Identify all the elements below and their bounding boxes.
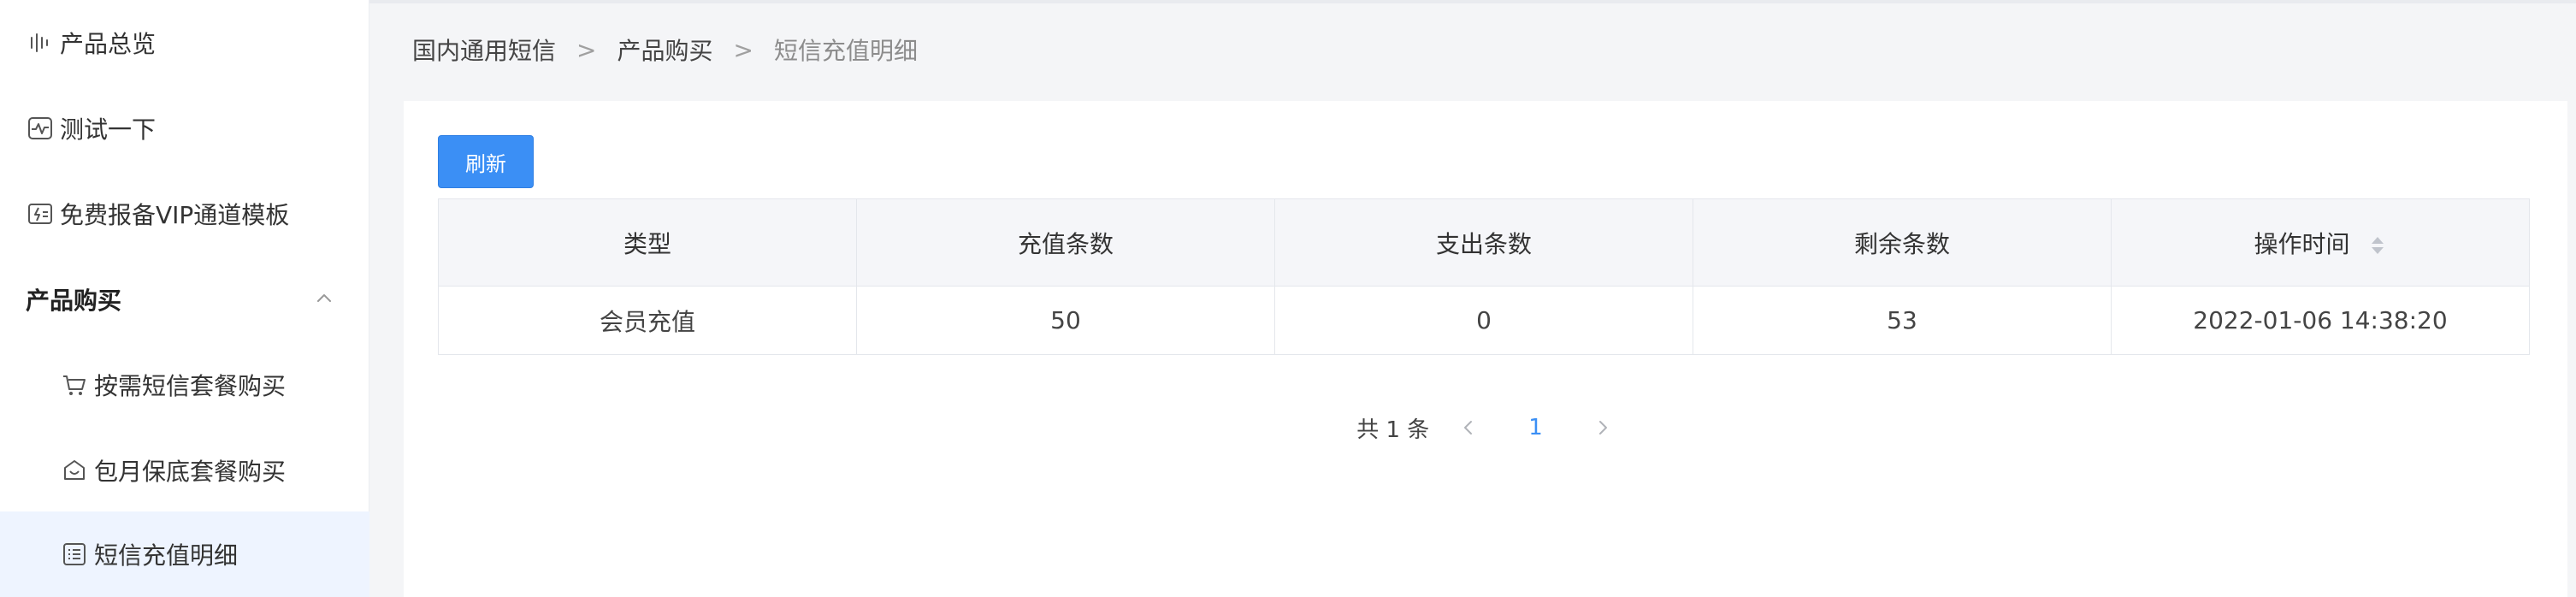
sidebar-item-label: 按需短信套餐购买 (94, 372, 287, 400)
pagination-page-current[interactable]: 1 (1528, 415, 1543, 440)
column-header-label: 操作时间 (2254, 229, 2350, 258)
sidebar-group-label: 产品购买 (26, 287, 122, 315)
cell-recharge-count: 50 (856, 286, 1275, 355)
sidebar: 产品总览 测试一下 免费报备VIP通道模板 产品购买 按需短信套餐购买 包月保底… (0, 0, 369, 597)
cell-expense-count: 0 (1274, 286, 1693, 355)
column-header-type: 类型 (438, 198, 857, 287)
flash-card-icon (26, 199, 55, 228)
breadcrumb-item-domestic-sms[interactable]: 国内通用短信 (412, 33, 556, 67)
sidebar-item-on-demand-package[interactable]: 按需短信套餐购买 (0, 342, 369, 428)
content-card: 刷新 类型 充值条数 支出条数 剩余条数 操作时间 会员充值 50 0 53 2… (404, 101, 2567, 597)
breadcrumb-item-product-purchase[interactable]: 产品购买 (617, 33, 712, 67)
main-content: 国内通用短信 > 产品购买 > 短信充值明细 刷新 类型 充值条数 支出条数 剩… (369, 0, 2576, 597)
sidebar-item-product-overview[interactable]: 产品总览 (0, 0, 369, 86)
bag-icon (60, 456, 89, 485)
sidebar-item-label: 短信充值明细 (94, 541, 239, 570)
table-header-row: 类型 充值条数 支出条数 剩余条数 操作时间 (438, 198, 2530, 287)
column-header-recharge-count: 充值条数 (856, 198, 1275, 287)
sidebar-item-recharge-detail[interactable]: 短信充值明细 (0, 511, 369, 597)
sidebar-item-label: 产品总览 (60, 30, 157, 58)
cell-remaining-count: 53 (1693, 286, 2112, 355)
sidebar-item-vip-template[interactable]: 免费报备VIP通道模板 (0, 171, 369, 257)
column-header-operation-time[interactable]: 操作时间 (2111, 198, 2530, 287)
column-header-remaining-count: 剩余条数 (1693, 198, 2112, 287)
chevron-left-icon[interactable] (1456, 416, 1480, 440)
sort-icon[interactable] (2369, 234, 2386, 257)
breadcrumb: 国内通用短信 > 产品购买 > 短信充值明细 (412, 33, 918, 67)
list-document-icon (60, 540, 89, 569)
refresh-button[interactable]: 刷新 (438, 135, 534, 188)
table-row: 会员充值 50 0 53 2022-01-06 14:38:20 (438, 286, 2530, 355)
cell-type: 会员充值 (438, 286, 857, 355)
chevron-right-icon[interactable] (1591, 416, 1615, 440)
pagination-total: 共 1 条 (1356, 417, 1430, 443)
breadcrumb-separator: > (576, 35, 597, 64)
sidebar-item-label: 免费报备VIP通道模板 (60, 201, 290, 229)
sidebar-item-monthly-package[interactable]: 包月保底套餐购买 (0, 428, 369, 513)
breadcrumb-item-current: 短信充值明细 (773, 37, 918, 65)
sidebar-item-label: 包月保底套餐购买 (94, 458, 287, 486)
chevron-up-icon[interactable] (313, 287, 335, 310)
recharge-table: 类型 充值条数 支出条数 剩余条数 操作时间 会员充值 50 0 53 2022… (438, 198, 2530, 355)
cart-icon (60, 370, 89, 399)
pulse-icon (26, 114, 55, 143)
sidebar-item-test[interactable]: 测试一下 (0, 86, 369, 171)
top-divider (369, 0, 2576, 3)
sidebar-group-product-purchase[interactable]: 产品购买 (0, 257, 369, 342)
breadcrumb-separator: > (733, 35, 753, 64)
chart-bars-icon (26, 28, 55, 57)
column-header-expense-count: 支出条数 (1274, 198, 1693, 287)
cell-operation-time: 2022-01-06 14:38:20 (2111, 286, 2530, 355)
pagination: 共 1 条 1 (404, 411, 2567, 445)
sidebar-item-label: 测试一下 (60, 115, 157, 144)
app-root: 产品总览 测试一下 免费报备VIP通道模板 产品购买 按需短信套餐购买 包月保底… (0, 0, 2576, 597)
